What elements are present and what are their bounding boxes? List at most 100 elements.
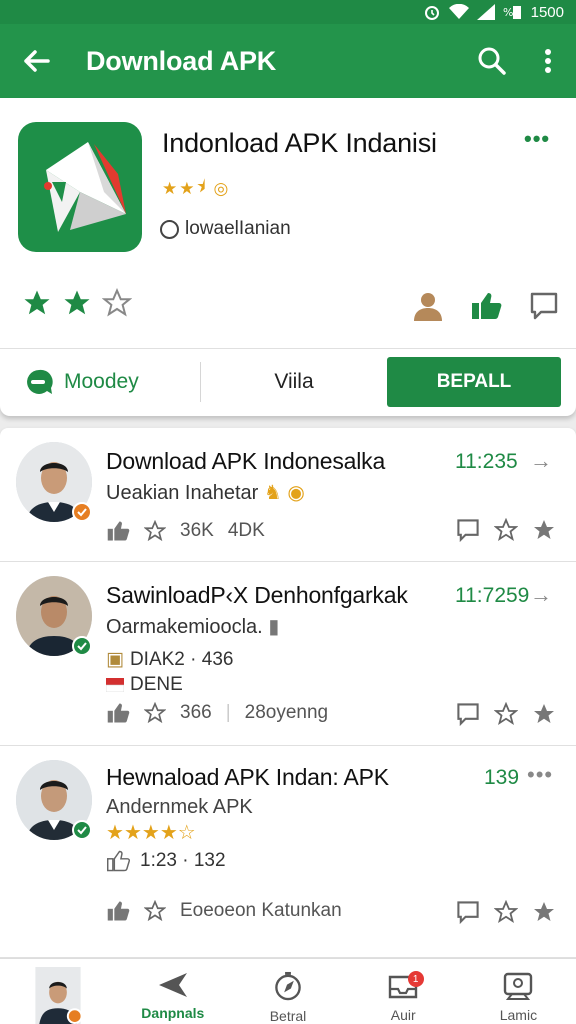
star-half-icon: ⯨ xyxy=(196,177,206,196)
compass-icon xyxy=(275,971,301,1001)
app-title: Indonload APK Indanisi xyxy=(162,128,437,158)
star-outline-icon[interactable] xyxy=(102,288,132,318)
stat-value: 4DK xyxy=(227,520,265,541)
viila-button[interactable]: Viila xyxy=(201,370,387,394)
chat-bubble-icon xyxy=(27,369,53,394)
more-horiz-icon[interactable]: ••• xyxy=(527,762,553,788)
app-rating: ★ ★ ⯨ ◎ xyxy=(162,174,228,203)
star-filled-icon: ★ xyxy=(141,822,160,844)
status-bar: % 1500 xyxy=(0,0,576,24)
app-bar: Download APK xyxy=(0,24,576,98)
bottom-navigation: Danpnals Betral 1 Auir Lamic xyxy=(0,958,576,1024)
app-icon[interactable] xyxy=(18,122,142,252)
status-time: 1500 xyxy=(530,3,564,21)
person-icon xyxy=(414,293,442,321)
modey-label: Moodey xyxy=(64,370,139,393)
flag-indonesia-icon xyxy=(106,678,124,692)
star-filled-icon[interactable] xyxy=(62,288,92,318)
bookmark-star-icon[interactable] xyxy=(532,900,556,924)
item-detail-text: DIAK2 · 436 xyxy=(129,648,234,670)
nav-label: Lamic xyxy=(499,1007,538,1023)
stat-value: 366 xyxy=(180,702,212,723)
rate-stars[interactable] xyxy=(22,288,132,318)
stat-divider: | xyxy=(225,702,231,723)
item-time: 11:235 xyxy=(455,450,518,473)
app-more-button[interactable]: ••• xyxy=(524,126,550,152)
item-title: SawinloadP‹X Denhonfgarkak xyxy=(106,582,408,608)
thumbs-up-icon[interactable] xyxy=(106,900,130,922)
like-button[interactable] xyxy=(466,288,506,324)
thumbs-up-icon xyxy=(472,293,502,319)
comment-icon[interactable] xyxy=(456,900,480,924)
alarm-icon xyxy=(424,6,439,20)
item-subtitle-text: Ueakian Inahetar xyxy=(106,482,259,504)
item-rating: ★ ★ ★ ★ ☆ xyxy=(106,820,196,845)
more-vert-icon xyxy=(545,49,551,73)
item-detail: 1:23 · 132 xyxy=(106,850,226,872)
overflow-menu-button[interactable] xyxy=(520,24,576,98)
item-meta: 36K 4DK xyxy=(106,520,265,542)
star-outline-icon[interactable] xyxy=(494,518,518,542)
star-outline-icon[interactable] xyxy=(494,900,518,924)
nav-item-danpnals[interactable]: Danpnals xyxy=(115,959,230,1024)
stat-value: 36K xyxy=(180,520,214,541)
bookmark-star-icon[interactable] xyxy=(532,518,556,542)
item-title: Hewnaload APK Indan: APK xyxy=(106,764,389,790)
comment-icon[interactable] xyxy=(456,702,480,726)
nav-label: Betral xyxy=(269,1008,307,1024)
install-button[interactable]: BEPALL xyxy=(387,357,561,407)
back-button[interactable] xyxy=(0,24,72,98)
app-developer[interactable]: lowaelIanian xyxy=(160,218,291,240)
list-item[interactable]: SawinloadP‹X Denhonfgarkak 11:7259 → Oar… xyxy=(0,562,576,746)
list-item[interactable]: Hewnaload APK Indan: APK 139 ••• Andernm… xyxy=(0,746,576,958)
star-filled-icon: ★ xyxy=(179,178,195,198)
nav-item-profile[interactable] xyxy=(0,959,115,1024)
wifi-icon xyxy=(448,4,469,19)
app-detail-card: Indonload APK Indanisi ••• ★ ★ ⯨ ◎ lowae… xyxy=(0,98,576,416)
arrow-left-icon xyxy=(24,50,50,72)
item-subtitle: Andernmek APK xyxy=(106,796,253,818)
item-tools xyxy=(456,518,556,542)
item-meta: 366 | 28oyenng xyxy=(106,702,328,724)
feedback-icon xyxy=(504,972,533,1000)
stat-value: 28oyenng xyxy=(244,702,329,723)
star-outline-icon[interactable] xyxy=(144,520,166,542)
radio-icon xyxy=(160,219,179,239)
card-actions xyxy=(408,288,564,324)
app-logo-icon xyxy=(44,142,126,232)
person-button[interactable] xyxy=(408,288,448,324)
nav-label: Auir xyxy=(390,1007,416,1023)
star-outline-icon[interactable] xyxy=(144,702,166,724)
nav-item-lamic[interactable]: Lamic xyxy=(461,959,576,1024)
tag-icon: ▣ xyxy=(106,649,124,670)
developer-name: lowaelIanian xyxy=(185,218,291,239)
comment-icon[interactable] xyxy=(456,518,480,542)
item-detail: DENE xyxy=(106,674,183,696)
battery-icon: % xyxy=(503,6,521,19)
thumbs-up-icon[interactable] xyxy=(106,520,130,542)
thumbs-up-outline-icon[interactable] xyxy=(106,850,130,872)
pin-icon: ▮ xyxy=(268,616,280,638)
nav-item-auir[interactable]: 1 Auir xyxy=(346,959,461,1024)
star-filled-icon[interactable] xyxy=(22,288,52,318)
comment-button[interactable] xyxy=(524,288,564,324)
item-title: Download APK Indonesalka xyxy=(106,448,386,474)
star-outline-icon: ☆ xyxy=(177,822,196,844)
bookmark-star-icon[interactable] xyxy=(532,702,556,726)
search-button[interactable] xyxy=(464,24,520,98)
arrow-right-icon[interactable]: → xyxy=(530,582,552,608)
item-subtitle-text: Oarmakemioocla. xyxy=(106,616,263,638)
list-item[interactable]: Download APK Indonesalka 11:235 → Ueakia… xyxy=(0,428,576,562)
item-meta: Eoeoeon Katunkan xyxy=(106,900,342,922)
verified-badge-icon xyxy=(72,502,92,522)
nav-item-betral[interactable]: Betral xyxy=(230,959,345,1024)
comment-list: Download APK Indonesalka 11:235 → Ueakia… xyxy=(0,428,576,968)
modey-button[interactable]: Moodey xyxy=(0,349,200,415)
star-outline-icon[interactable] xyxy=(494,702,518,726)
signal-icon xyxy=(476,4,495,20)
arrow-right-icon[interactable]: → xyxy=(530,448,552,474)
star-outline-icon[interactable] xyxy=(144,900,166,922)
thumbs-up-icon[interactable] xyxy=(106,702,130,724)
verified-badge-icon xyxy=(72,636,92,656)
item-time: 11:7259 xyxy=(455,584,530,607)
